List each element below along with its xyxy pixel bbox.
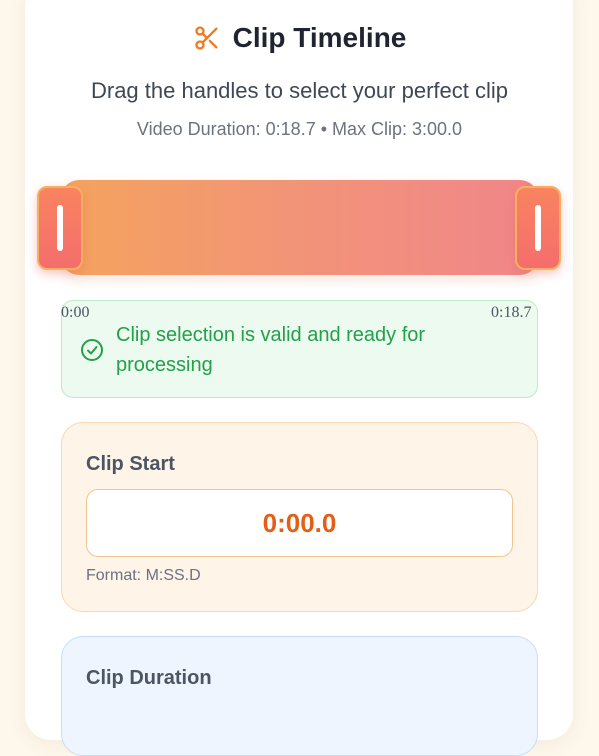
check-circle-icon [80, 338, 104, 367]
scissors-icon [193, 24, 221, 52]
timeline-track[interactable] [61, 180, 538, 275]
clip-start-panel: Clip Start Format: M:SS.D [61, 422, 538, 612]
status-message: Clip selection is valid and ready for pr… [116, 324, 426, 376]
start-handle-grip [57, 205, 63, 251]
page-title: Clip Timeline [232, 22, 407, 53]
end-handle[interactable] [515, 186, 561, 270]
clip-start-label: Clip Start [86, 453, 175, 475]
video-meta: Video Duration: 0:18.7 • Max Clip: 3:00.… [136, 119, 463, 139]
timeline-start-label: 0:00 [61, 304, 90, 321]
clip-duration-panel: Clip Duration [61, 636, 538, 756]
clip-start-input[interactable] [86, 489, 513, 557]
start-handle[interactable] [37, 186, 83, 270]
page-subtitle: Drag the handles to select your perfect … [90, 78, 508, 103]
header: Clip Timeline [0, 22, 599, 54]
clip-duration-label: Clip Duration [86, 667, 212, 689]
end-handle-grip [535, 205, 541, 251]
format-hint: Format: M:SS.D [86, 567, 201, 584]
